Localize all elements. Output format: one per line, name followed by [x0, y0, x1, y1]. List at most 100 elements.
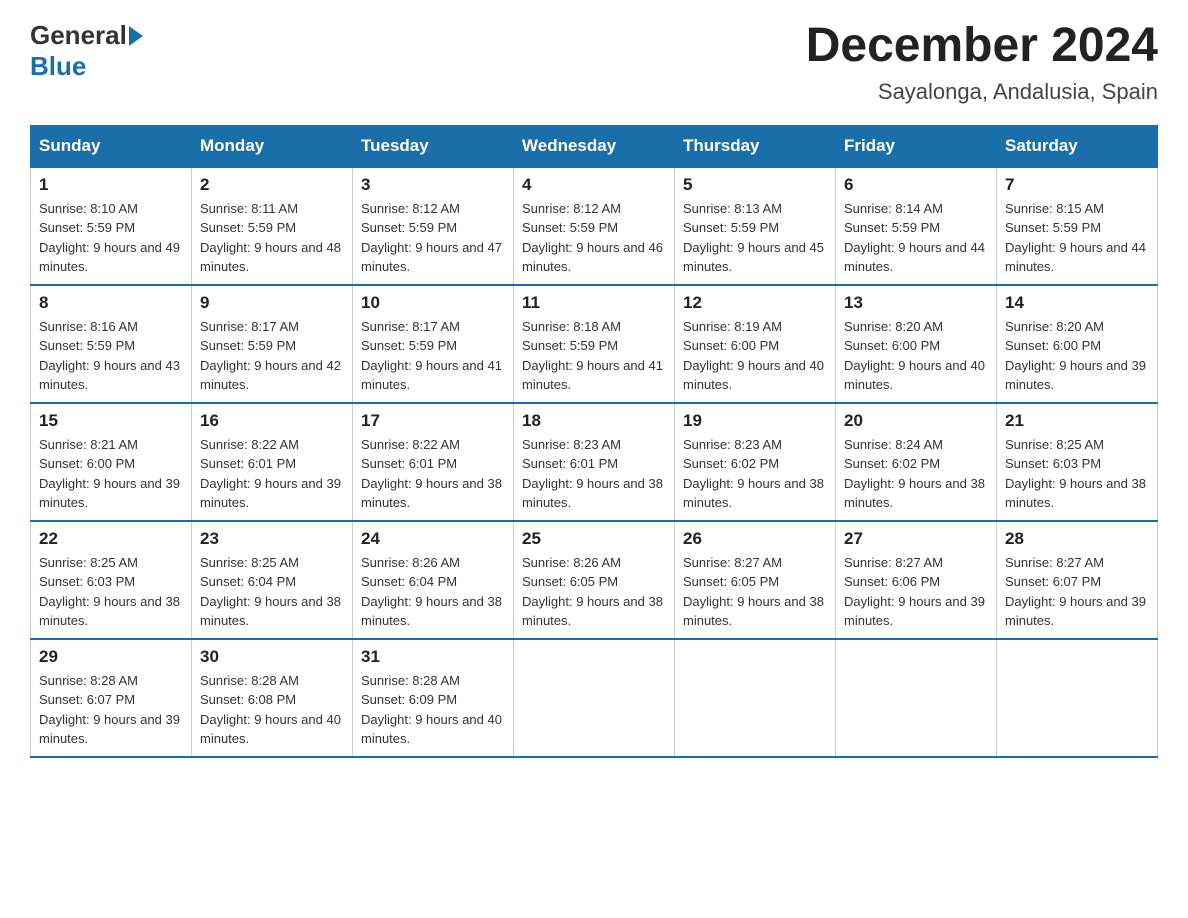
- day-info: Sunrise: 8:27 AMSunset: 6:06 PMDaylight:…: [844, 553, 988, 631]
- day-number: 30: [200, 647, 344, 667]
- calendar-header-wednesday: Wednesday: [514, 125, 675, 167]
- calendar-cell: 22 Sunrise: 8:25 AMSunset: 6:03 PMDayligh…: [31, 521, 192, 639]
- calendar-cell: 27 Sunrise: 8:27 AMSunset: 6:06 PMDayligh…: [836, 521, 997, 639]
- day-info: Sunrise: 8:19 AMSunset: 6:00 PMDaylight:…: [683, 317, 827, 395]
- calendar-cell: 28 Sunrise: 8:27 AMSunset: 6:07 PMDayligh…: [997, 521, 1158, 639]
- day-info: Sunrise: 8:24 AMSunset: 6:02 PMDaylight:…: [844, 435, 988, 513]
- day-number: 4: [522, 175, 666, 195]
- day-number: 11: [522, 293, 666, 313]
- day-info: Sunrise: 8:25 AMSunset: 6:03 PMDaylight:…: [39, 553, 183, 631]
- day-number: 3: [361, 175, 505, 195]
- day-number: 28: [1005, 529, 1149, 549]
- calendar-cell: 17 Sunrise: 8:22 AMSunset: 6:01 PMDayligh…: [353, 403, 514, 521]
- day-info: Sunrise: 8:27 AMSunset: 6:05 PMDaylight:…: [683, 553, 827, 631]
- day-number: 16: [200, 411, 344, 431]
- day-info: Sunrise: 8:22 AMSunset: 6:01 PMDaylight:…: [361, 435, 505, 513]
- calendar-header-saturday: Saturday: [997, 125, 1158, 167]
- day-info: Sunrise: 8:10 AMSunset: 5:59 PMDaylight:…: [39, 199, 183, 277]
- day-number: 25: [522, 529, 666, 549]
- calendar-cell: 10 Sunrise: 8:17 AMSunset: 5:59 PMDayligh…: [353, 285, 514, 403]
- day-info: Sunrise: 8:12 AMSunset: 5:59 PMDaylight:…: [361, 199, 505, 277]
- calendar-header-monday: Monday: [192, 125, 353, 167]
- calendar-cell: 14Sunrise: 8:20 AMSunset: 6:00 PMDayligh…: [997, 285, 1158, 403]
- title-block: December 2024 Sayalonga, Andalusia, Spai…: [806, 20, 1158, 105]
- day-number: 20: [844, 411, 988, 431]
- day-number: 27: [844, 529, 988, 549]
- day-number: 31: [361, 647, 505, 667]
- calendar-header-row: SundayMondayTuesdayWednesdayThursdayFrid…: [31, 125, 1158, 167]
- day-number: 12: [683, 293, 827, 313]
- calendar-header-sunday: Sunday: [31, 125, 192, 167]
- day-number: 22: [39, 529, 183, 549]
- calendar-cell: 7 Sunrise: 8:15 AMSunset: 5:59 PMDaylight…: [997, 167, 1158, 285]
- day-info: Sunrise: 8:25 AMSunset: 6:04 PMDaylight:…: [200, 553, 344, 631]
- logo: General Blue: [30, 20, 145, 82]
- day-info: Sunrise: 8:28 AMSunset: 6:08 PMDaylight:…: [200, 671, 344, 749]
- day-number: 10: [361, 293, 505, 313]
- day-number: 1: [39, 175, 183, 195]
- day-info: Sunrise: 8:23 AMSunset: 6:02 PMDaylight:…: [683, 435, 827, 513]
- calendar-cell: 30 Sunrise: 8:28 AMSunset: 6:08 PMDayligh…: [192, 639, 353, 757]
- day-number: 5: [683, 175, 827, 195]
- day-info: Sunrise: 8:11 AMSunset: 5:59 PMDaylight:…: [200, 199, 344, 277]
- calendar-cell: 3 Sunrise: 8:12 AMSunset: 5:59 PMDaylight…: [353, 167, 514, 285]
- day-number: 9: [200, 293, 344, 313]
- calendar-cell: 29 Sunrise: 8:28 AMSunset: 6:07 PMDayligh…: [31, 639, 192, 757]
- day-info: Sunrise: 8:27 AMSunset: 6:07 PMDaylight:…: [1005, 553, 1149, 631]
- calendar-week-row: 15Sunrise: 8:21 AMSunset: 6:00 PMDayligh…: [31, 403, 1158, 521]
- calendar-cell: 18 Sunrise: 8:23 AMSunset: 6:01 PMDayligh…: [514, 403, 675, 521]
- calendar-cell: [514, 639, 675, 757]
- calendar-cell: [836, 639, 997, 757]
- calendar-table: SundayMondayTuesdayWednesdayThursdayFrid…: [30, 125, 1158, 758]
- day-info: Sunrise: 8:13 AMSunset: 5:59 PMDaylight:…: [683, 199, 827, 277]
- calendar-cell: 8Sunrise: 8:16 AMSunset: 5:59 PMDaylight…: [31, 285, 192, 403]
- day-info: Sunrise: 8:28 AMSunset: 6:09 PMDaylight:…: [361, 671, 505, 749]
- day-info: Sunrise: 8:17 AMSunset: 5:59 PMDaylight:…: [361, 317, 505, 395]
- calendar-cell: 25 Sunrise: 8:26 AMSunset: 6:05 PMDayligh…: [514, 521, 675, 639]
- calendar-cell: 4Sunrise: 8:12 AMSunset: 5:59 PMDaylight…: [514, 167, 675, 285]
- calendar-header-friday: Friday: [836, 125, 997, 167]
- location-subtitle: Sayalonga, Andalusia, Spain: [806, 79, 1158, 105]
- calendar-cell: 15Sunrise: 8:21 AMSunset: 6:00 PMDayligh…: [31, 403, 192, 521]
- day-number: 21: [1005, 411, 1149, 431]
- calendar-cell: 24Sunrise: 8:26 AMSunset: 6:04 PMDayligh…: [353, 521, 514, 639]
- calendar-header-tuesday: Tuesday: [353, 125, 514, 167]
- calendar-cell: 5 Sunrise: 8:13 AMSunset: 5:59 PMDaylight…: [675, 167, 836, 285]
- day-number: 7: [1005, 175, 1149, 195]
- calendar-cell: 13 Sunrise: 8:20 AMSunset: 6:00 PMDayligh…: [836, 285, 997, 403]
- day-info: Sunrise: 8:16 AMSunset: 5:59 PMDaylight:…: [39, 317, 183, 395]
- day-number: 13: [844, 293, 988, 313]
- day-number: 19: [683, 411, 827, 431]
- day-info: Sunrise: 8:28 AMSunset: 6:07 PMDaylight:…: [39, 671, 183, 749]
- day-info: Sunrise: 8:26 AMSunset: 6:05 PMDaylight:…: [522, 553, 666, 631]
- calendar-week-row: 1 Sunrise: 8:10 AMSunset: 5:59 PMDaylight…: [31, 167, 1158, 285]
- calendar-cell: 26Sunrise: 8:27 AMSunset: 6:05 PMDayligh…: [675, 521, 836, 639]
- calendar-cell: 20 Sunrise: 8:24 AMSunset: 6:02 PMDayligh…: [836, 403, 997, 521]
- day-info: Sunrise: 8:14 AMSunset: 5:59 PMDaylight:…: [844, 199, 988, 277]
- day-info: Sunrise: 8:25 AMSunset: 6:03 PMDaylight:…: [1005, 435, 1149, 513]
- calendar-cell: 12 Sunrise: 8:19 AMSunset: 6:00 PMDayligh…: [675, 285, 836, 403]
- day-number: 17: [361, 411, 505, 431]
- day-info: Sunrise: 8:20 AMSunset: 6:00 PMDaylight:…: [844, 317, 988, 395]
- calendar-cell: 1 Sunrise: 8:10 AMSunset: 5:59 PMDaylight…: [31, 167, 192, 285]
- calendar-week-row: 29 Sunrise: 8:28 AMSunset: 6:07 PMDayligh…: [31, 639, 1158, 757]
- day-info: Sunrise: 8:17 AMSunset: 5:59 PMDaylight:…: [200, 317, 344, 395]
- calendar-cell: 19 Sunrise: 8:23 AMSunset: 6:02 PMDayligh…: [675, 403, 836, 521]
- calendar-cell: 23Sunrise: 8:25 AMSunset: 6:04 PMDayligh…: [192, 521, 353, 639]
- logo-blue-text: Blue: [30, 51, 86, 82]
- day-number: 18: [522, 411, 666, 431]
- logo-general-text: General: [30, 20, 127, 51]
- day-info: Sunrise: 8:23 AMSunset: 6:01 PMDaylight:…: [522, 435, 666, 513]
- day-number: 2: [200, 175, 344, 195]
- day-info: Sunrise: 8:21 AMSunset: 6:00 PMDaylight:…: [39, 435, 183, 513]
- day-info: Sunrise: 8:26 AMSunset: 6:04 PMDaylight:…: [361, 553, 505, 631]
- calendar-cell: 31 Sunrise: 8:28 AMSunset: 6:09 PMDayligh…: [353, 639, 514, 757]
- day-number: 29: [39, 647, 183, 667]
- calendar-cell: 16Sunrise: 8:22 AMSunset: 6:01 PMDayligh…: [192, 403, 353, 521]
- calendar-header-thursday: Thursday: [675, 125, 836, 167]
- calendar-cell: 21 Sunrise: 8:25 AMSunset: 6:03 PMDayligh…: [997, 403, 1158, 521]
- calendar-cell: [675, 639, 836, 757]
- day-number: 6: [844, 175, 988, 195]
- day-info: Sunrise: 8:15 AMSunset: 5:59 PMDaylight:…: [1005, 199, 1149, 277]
- calendar-cell: 9 Sunrise: 8:17 AMSunset: 5:59 PMDaylight…: [192, 285, 353, 403]
